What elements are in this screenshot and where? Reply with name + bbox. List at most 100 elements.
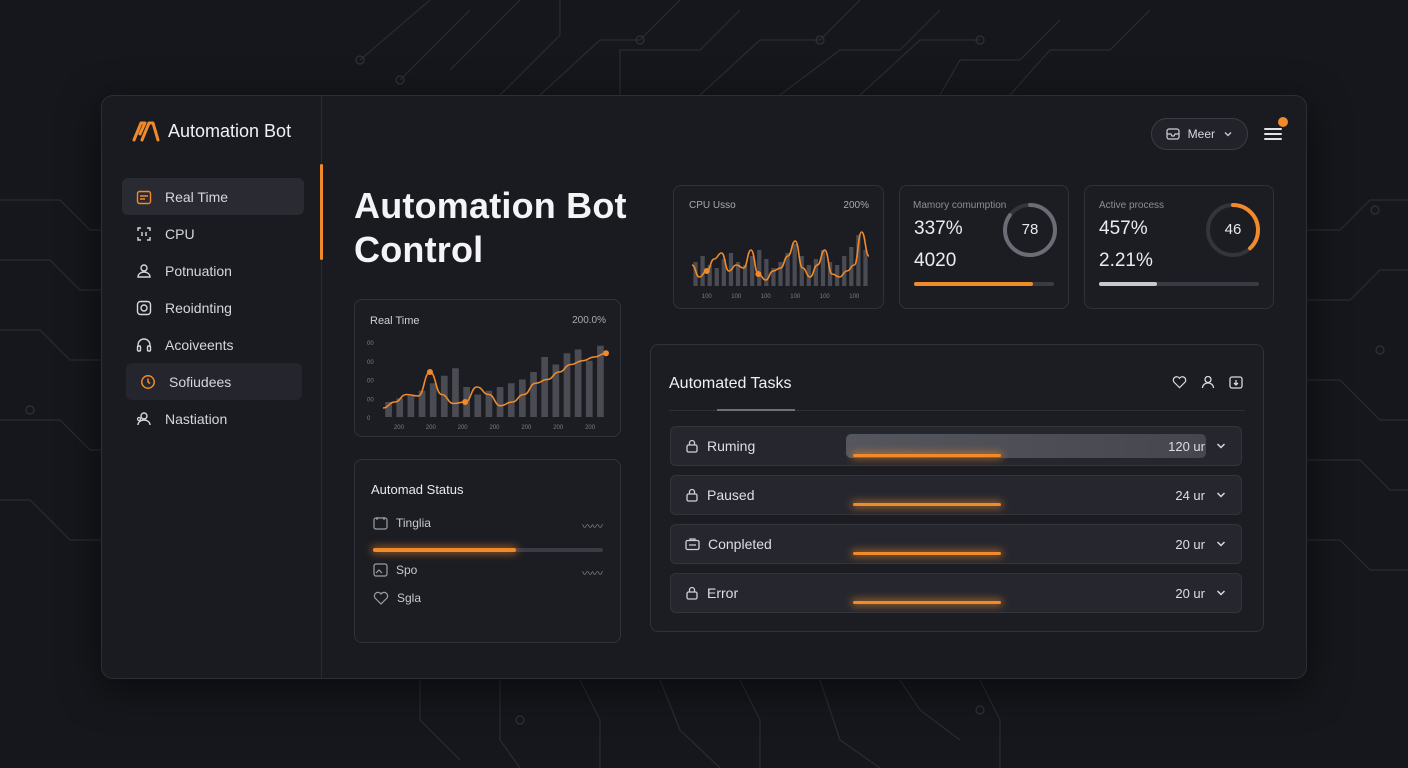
real-time-chart: 000000000200 200 200 200 200 200 200 <box>367 341 609 431</box>
chevron-down-icon[interactable] <box>1215 538 1227 550</box>
sidebar-item-nastiation[interactable]: Nastiation <box>122 400 304 437</box>
tasks-title: Automated Tasks <box>669 375 792 392</box>
memory-bar-fill <box>914 282 1033 286</box>
task-label: Paused <box>707 487 755 503</box>
cpu-card-value: 200% <box>843 200 869 211</box>
sidebar-item-label: Acoiveents <box>165 336 234 353</box>
lock-icon <box>686 488 698 502</box>
sidebar-nav: Real Time CPU Potnuation Reoidnting Acoi… <box>122 178 304 437</box>
sidebar-item-real-time[interactable]: Real Time <box>122 178 304 215</box>
chevron-down-icon[interactable] <box>1215 587 1227 599</box>
task-value: 120 ur <box>1168 438 1205 454</box>
status-row[interactable]: Spo <box>373 563 417 577</box>
y-tick-label: 00 <box>367 379 374 385</box>
tasks-tab-underline <box>717 409 795 411</box>
task-progress-glow <box>853 454 1001 457</box>
task-row-left: Error <box>685 574 738 612</box>
sidebar-item-acoiveents[interactable]: Acoiveents <box>122 326 304 363</box>
sidebar-item-cpu[interactable]: CPU <box>122 215 304 252</box>
x-tick-label: 200 <box>426 425 437 431</box>
sidebar-item-label: Reoidnting <box>165 299 232 316</box>
task-progress-glow <box>853 552 1001 555</box>
data-point <box>603 350 609 357</box>
user-menu-button[interactable]: Meer <box>1150 118 1248 150</box>
status-card-title: Automad Status <box>371 482 464 497</box>
y-tick-label: 00 <box>367 397 374 403</box>
sidebar: Automation Bot Real Time CPU Potnuation <box>102 96 322 678</box>
status-row-label: Sgla <box>397 591 422 605</box>
sidebar-item-potnuation[interactable]: Potnuation <box>122 252 304 289</box>
chart-bar <box>496 387 504 417</box>
task-row-right: 20 ur <box>1175 525 1227 563</box>
process-bar-fill <box>1099 282 1157 286</box>
memory-card: Mamory comumption 337% 4020 78 <box>899 185 1069 309</box>
y-tick-label: 0 <box>367 416 371 422</box>
lock-icon <box>686 586 698 600</box>
page-title-line2: Control <box>354 229 484 270</box>
chart-bar <box>474 394 482 417</box>
y-tick-label: 00 <box>367 341 374 347</box>
inbox-icon <box>1166 128 1180 140</box>
status-row-label: Spo <box>396 563 418 577</box>
task-value: 20 ur <box>1175 585 1205 601</box>
x-tick-label: 100 <box>731 294 742 300</box>
heart-icon[interactable] <box>1172 375 1187 389</box>
chevron-down-icon[interactable] <box>1215 440 1227 452</box>
chart-bar <box>541 357 549 417</box>
task-row-error[interactable]: Error 20 ur <box>670 573 1242 613</box>
chart-bar <box>764 259 769 286</box>
active-process-card: Active process 457% 2.21% 46 <box>1084 185 1274 309</box>
task-row-right: 24 ur <box>1175 476 1227 514</box>
x-tick-label: 200 <box>458 425 469 431</box>
task-row-completed[interactable]: Conpleted 20 ur <box>670 524 1242 564</box>
task-row-paused[interactable]: Paused 24 ur <box>670 475 1242 515</box>
page-title-line1: Automation Bot <box>354 185 627 226</box>
export-icon[interactable] <box>1229 375 1243 389</box>
task-row-running[interactable]: Ruming 120 ur <box>670 426 1242 466</box>
task-row-left: Conpleted <box>685 525 772 563</box>
user-icon <box>135 262 153 280</box>
task-label: Error <box>707 585 739 601</box>
x-tick-label: 200 <box>585 425 596 431</box>
x-tick-label: 200 <box>394 425 405 431</box>
chevron-down-icon <box>1224 132 1232 137</box>
sidebar-item-label: CPU <box>165 225 195 242</box>
chevron-down-icon[interactable] <box>1215 489 1227 501</box>
series-line <box>382 352 607 409</box>
sidebar-item-reoidnting[interactable]: Reoidnting <box>122 289 304 326</box>
menu-button[interactable] <box>1262 117 1288 145</box>
data-point <box>703 268 710 274</box>
sidebar-item-sofiudees[interactable]: Sofiudees <box>126 363 302 400</box>
x-tick-label: 100 <box>849 294 860 300</box>
chart-bar <box>519 379 526 417</box>
process-card-label: Active process <box>1099 200 1165 211</box>
memory-value-primary: 337% <box>914 218 963 239</box>
task-row-left: Paused <box>685 476 754 514</box>
user-label: Meer <box>1187 127 1215 141</box>
memory-value-secondary: 4020 <box>914 250 957 271</box>
chart-bar <box>452 368 459 417</box>
status-row[interactable]: Sgla <box>373 591 421 605</box>
clock-icon <box>139 373 157 391</box>
app-name: Automation Bot <box>168 120 292 141</box>
sidebar-item-label: Real Time <box>165 188 229 205</box>
process-value-primary: 457% <box>1099 218 1148 239</box>
chart-bar <box>585 360 593 417</box>
chart-bar <box>714 268 719 286</box>
brand: Automation Bot <box>132 120 291 142</box>
x-tick-label: 100 <box>761 294 772 300</box>
headset-icon <box>135 336 153 354</box>
status-row[interactable]: Tinglia <box>373 516 431 530</box>
users-icon <box>135 410 153 428</box>
sidebar-item-label: Sofiudees <box>169 373 232 390</box>
sidebar-scroll-accent <box>320 164 323 260</box>
task-actions <box>1172 375 1243 389</box>
top-right-controls: Meer <box>1150 117 1288 150</box>
data-point <box>426 369 433 375</box>
real-time-card-label: Real Time <box>370 315 420 327</box>
data-point <box>462 399 469 405</box>
user-icon[interactable] <box>1201 375 1215 389</box>
process-ring-label: 46 <box>1224 221 1242 238</box>
real-time-card: Real Time 200.0% 00 00 00 00 0 200 200 200 200 20… <box>354 299 621 437</box>
logo-icon <box>132 121 160 142</box>
